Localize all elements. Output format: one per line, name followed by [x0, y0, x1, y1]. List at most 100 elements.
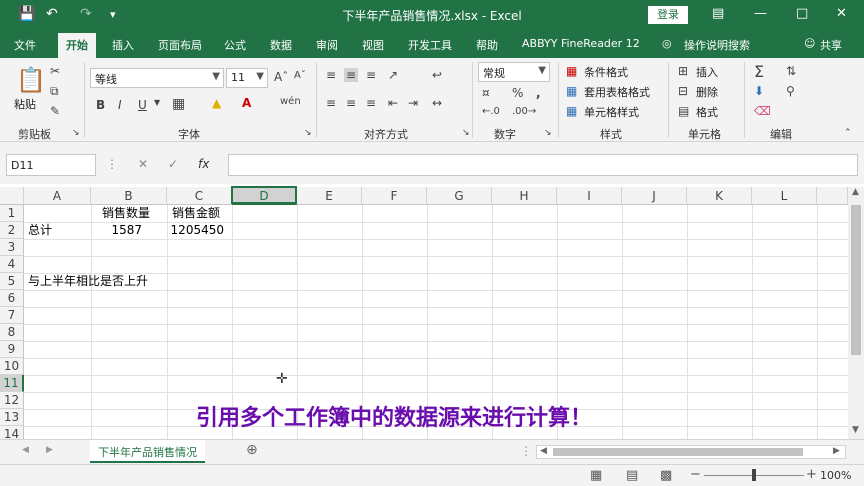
row-header-13[interactable]: 13 — [0, 409, 24, 426]
share-button[interactable]: 共享 — [820, 37, 842, 53]
row-header-11[interactable]: 11 — [0, 375, 24, 392]
scroll-down-icon[interactable]: ▼ — [852, 425, 859, 435]
scroll-tabs-left-icon[interactable]: ◀ — [22, 445, 29, 455]
decrease-decimal-icon[interactable]: .00→ — [512, 106, 536, 117]
scroll-right-icon[interactable]: ▶ — [833, 446, 840, 456]
maximize-icon[interactable]: □ — [796, 6, 808, 21]
scroll-left-icon[interactable]: ◀ — [540, 446, 547, 456]
comma-icon[interactable]: , — [536, 86, 541, 100]
col-header-j[interactable]: J — [622, 187, 687, 205]
insert-cells-button[interactable]: 插入 — [696, 64, 718, 80]
horizontal-scrollbar[interactable]: ◀ ▶ — [536, 445, 846, 459]
row-header-7[interactable]: 7 — [0, 307, 24, 324]
cell-c2[interactable]: 1205450 — [167, 222, 229, 239]
scroll-tabs-right-icon[interactable]: ▶ — [46, 445, 53, 455]
tab-help[interactable]: 帮助 — [476, 37, 498, 53]
row-header-1[interactable]: 1 — [0, 205, 24, 222]
phonetic-icon[interactable]: wén — [280, 96, 301, 107]
format-cells-button[interactable]: 格式 — [696, 104, 718, 120]
cell-c1[interactable]: 销售金额 — [172, 205, 220, 222]
tab-view[interactable]: 视图 — [362, 37, 384, 53]
row-header-10[interactable]: 10 — [0, 358, 24, 375]
col-header-i[interactable]: I — [557, 187, 622, 205]
page-layout-view-icon[interactable]: ▤ — [626, 468, 638, 483]
cell-b1[interactable]: 销售数量 — [102, 205, 150, 222]
scroll-up-icon[interactable]: ▲ — [852, 187, 859, 197]
col-header-a[interactable]: A — [24, 187, 91, 205]
row-header-8[interactable]: 8 — [0, 324, 24, 341]
zoom-level[interactable]: 100% — [820, 469, 851, 482]
align-left-icon[interactable]: ≡ — [326, 96, 336, 110]
increase-decimal-icon[interactable]: ←.0 — [482, 106, 500, 117]
font-size-combo[interactable]: 11 ▼ — [226, 68, 268, 88]
align-top-icon[interactable]: ≡ — [326, 68, 336, 82]
tab-data[interactable]: 数据 — [270, 37, 292, 53]
merge-center-icon[interactable]: ↔ — [432, 96, 442, 110]
insert-function-icon[interactable]: fx — [198, 157, 209, 171]
login-button[interactable]: 登录 — [648, 6, 688, 24]
delete-cells-button[interactable]: 删除 — [696, 84, 718, 100]
dialog-launcher-icon[interactable]: ↘ — [304, 128, 312, 138]
format-as-table-button[interactable]: 套用表格格式 — [584, 84, 650, 100]
row-header-3[interactable]: 3 — [0, 239, 24, 256]
tab-home[interactable]: 开始 — [58, 33, 96, 58]
tab-developer[interactable]: 开发工具 — [408, 37, 452, 53]
increase-indent-icon[interactable]: ⇥ — [408, 96, 418, 110]
row-header-14[interactable]: 14 — [0, 426, 24, 439]
align-right-icon[interactable]: ≡ — [366, 96, 376, 110]
col-header-k[interactable]: K — [687, 187, 752, 205]
fill-color-icon[interactable]: ▲ — [212, 96, 221, 110]
col-header-h[interactable]: H — [492, 187, 557, 205]
find-select-icon[interactable]: ⚲ — [786, 84, 795, 98]
vertical-scrollbar[interactable]: ▲ ▼ — [848, 187, 864, 439]
col-header-g[interactable]: G — [427, 187, 492, 205]
fill-icon[interactable]: ⬇ — [754, 84, 764, 98]
autosum-icon[interactable]: Σ — [754, 62, 764, 81]
tab-formulas[interactable]: 公式 — [224, 37, 246, 53]
minimize-icon[interactable]: — — [754, 6, 767, 21]
row-header-5[interactable]: 5 — [0, 273, 24, 290]
dialog-launcher-icon[interactable]: ↘ — [462, 128, 470, 138]
col-header-e[interactable]: E — [297, 187, 362, 205]
conditional-format-button[interactable]: 条件格式 — [584, 64, 628, 80]
decrease-indent-icon[interactable]: ⇤ — [388, 96, 398, 110]
cut-icon[interactable]: ✂ — [50, 64, 60, 78]
formula-input[interactable] — [228, 154, 858, 176]
cancel-icon[interactable]: ✕ — [138, 157, 148, 171]
zoom-slider-thumb[interactable] — [752, 469, 756, 481]
align-center-icon[interactable]: ≡ — [346, 96, 356, 110]
tab-page-layout[interactable]: 页面布局 — [158, 37, 202, 53]
col-header-b[interactable]: B — [91, 187, 167, 205]
col-header-c[interactable]: C — [167, 187, 232, 205]
font-color-icon[interactable]: A — [242, 96, 251, 110]
borders-icon[interactable]: ▦ — [172, 96, 185, 112]
tab-insert[interactable]: 插入 — [112, 37, 134, 53]
shrink-font-icon[interactable]: Aˇ — [294, 70, 306, 81]
scroll-thumb[interactable] — [851, 205, 861, 355]
col-header-m[interactable] — [817, 187, 848, 205]
italic-icon[interactable]: I — [118, 98, 122, 112]
copy-icon[interactable]: ⧉ — [50, 84, 59, 99]
format-painter-icon[interactable]: ✎ — [50, 104, 60, 118]
align-bottom-icon[interactable]: ≡ — [366, 68, 376, 82]
paste-button[interactable]: 粘贴 — [14, 96, 36, 112]
row-header-12[interactable]: 12 — [0, 392, 24, 409]
tab-file[interactable]: 文件 — [14, 37, 36, 53]
col-header-l[interactable]: L — [752, 187, 817, 205]
currency-icon[interactable]: ¤ — [482, 86, 490, 100]
enter-icon[interactable]: ✓ — [168, 157, 178, 171]
paste-icon[interactable]: 📋 — [16, 66, 46, 94]
sort-filter-icon[interactable]: ⇅ — [786, 64, 796, 78]
dialog-launcher-icon[interactable]: ↘ — [72, 128, 80, 138]
cell-b2[interactable]: 1587 — [91, 222, 164, 239]
row-header-2[interactable]: 2 — [0, 222, 24, 239]
cell-a2[interactable]: 总计 — [28, 222, 52, 239]
name-box[interactable]: D11 — [6, 154, 96, 176]
ribbon-display-icon[interactable]: ▤ — [712, 6, 724, 21]
select-all-corner[interactable] — [0, 187, 24, 205]
new-sheet-icon[interactable]: ⊕ — [246, 442, 258, 458]
zoom-in-icon[interactable]: + — [806, 467, 817, 482]
row-header-6[interactable]: 6 — [0, 290, 24, 307]
sheet-tab-active[interactable]: 下半年产品销售情况 — [90, 440, 205, 463]
grow-font-icon[interactable]: Aˆ — [274, 70, 288, 84]
